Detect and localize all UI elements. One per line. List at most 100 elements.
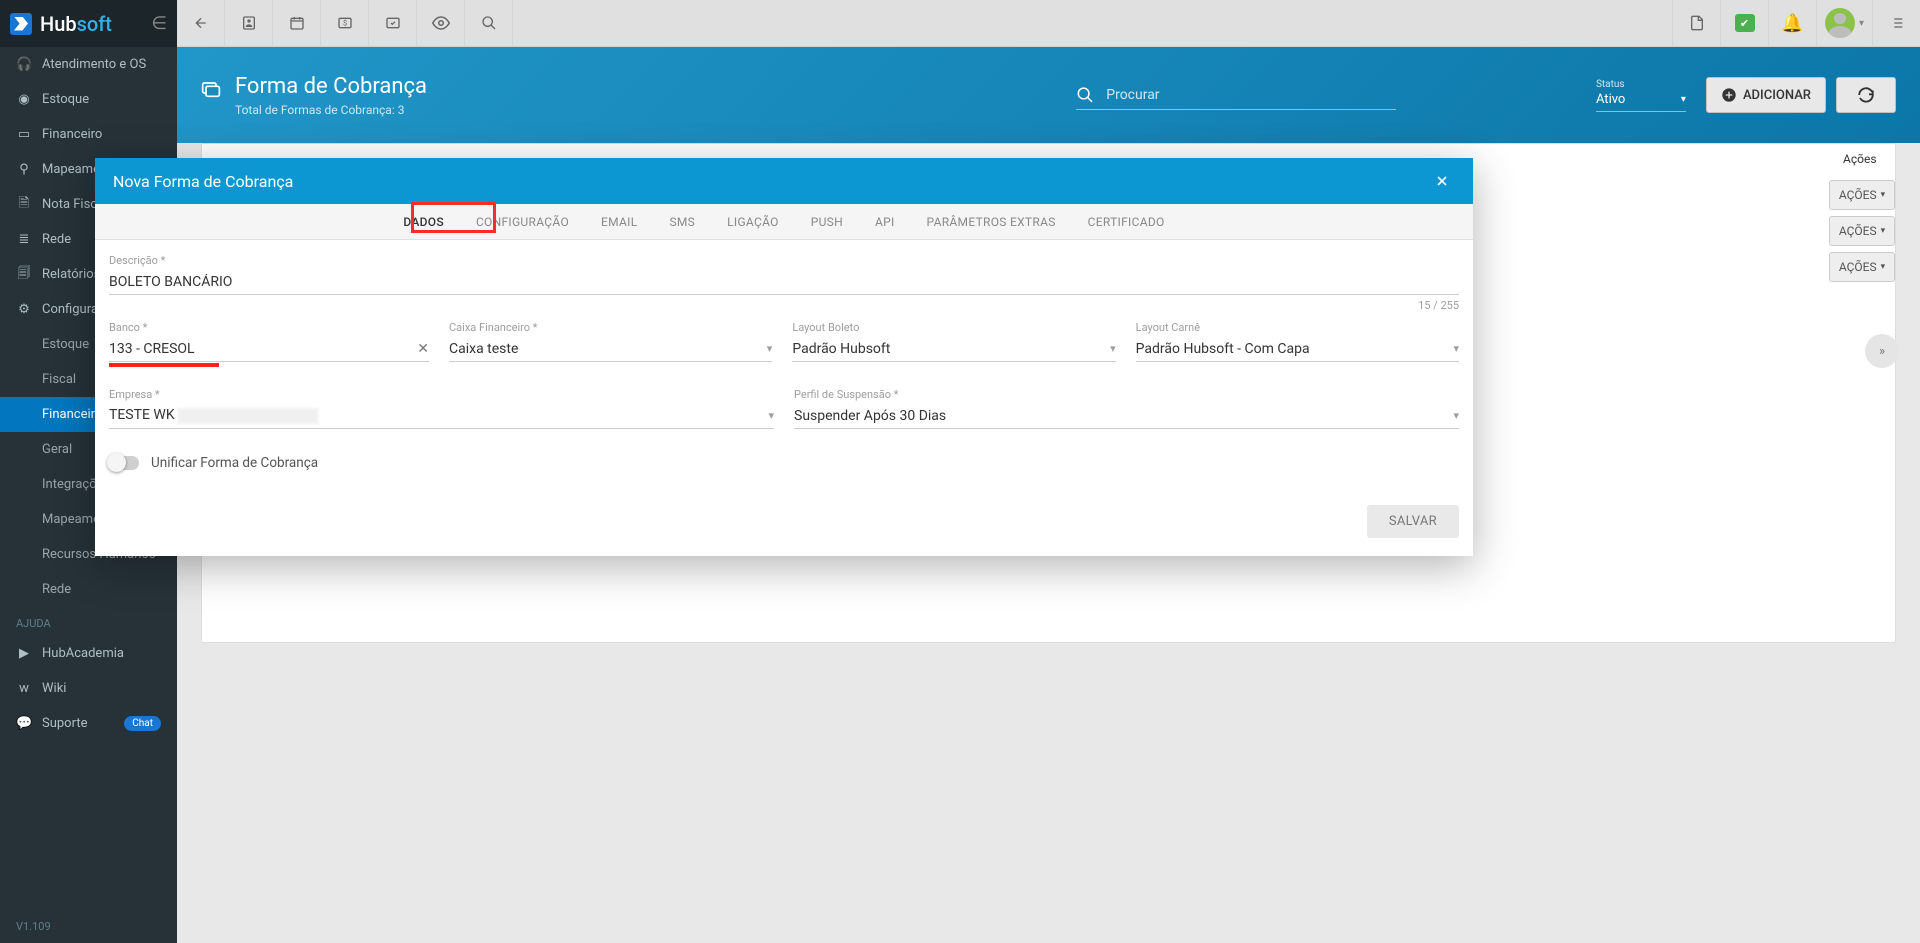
cube-icon: ◉ xyxy=(16,92,32,107)
status-filter[interactable]: Status Ativo ▾ xyxy=(1596,79,1686,112)
page-title: Forma de Cobrança xyxy=(235,74,427,99)
caixa-label: Caixa Financeiro * xyxy=(449,321,772,334)
help-section-label: AJUDA xyxy=(0,607,177,636)
status-value: Ativo xyxy=(1596,92,1625,107)
tab-dados[interactable]: DADOS xyxy=(403,204,444,239)
perfil-suspensao-value: Suspender Após 30 Dias xyxy=(794,408,1447,424)
modal-header: Nova Forma de Cobrança xyxy=(95,158,1473,204)
actions-column-header: Ações xyxy=(1833,144,1895,174)
add-button[interactable]: ADICIONAR xyxy=(1706,77,1826,113)
layout-boleto-select[interactable]: Padrão Hubsoft ▾ xyxy=(792,336,1115,362)
descricao-input[interactable] xyxy=(109,274,1459,290)
sidebar-item-estoque[interactable]: ◉Estoque xyxy=(0,82,177,117)
empresa-value: TESTE WK xyxy=(109,407,762,423)
collapse-sidebar-button[interactable]: ∈ xyxy=(151,13,167,34)
save-button[interactable]: SALVAR xyxy=(1367,505,1459,538)
logo-icon xyxy=(10,13,32,35)
sidebar-item-label: Rede xyxy=(42,582,71,597)
version-label: V1.109 xyxy=(16,920,51,933)
page-header: Forma de Cobrança Total de Formas de Cob… xyxy=(177,47,1920,143)
youtube-icon: ▶ xyxy=(16,646,32,661)
avatar-icon xyxy=(1825,8,1855,38)
tab-api[interactable]: API xyxy=(875,204,895,239)
inbox-icon[interactable] xyxy=(369,0,417,47)
modal-title: Nova Forma de Cobrança xyxy=(113,172,293,191)
page-search[interactable] xyxy=(1076,81,1396,110)
chevron-down-icon: ▾ xyxy=(1110,342,1116,355)
sidebar-subitem-rede[interactable]: Rede xyxy=(0,572,177,607)
perfil-suspensao-select[interactable]: Suspender Após 30 Dias ▾ xyxy=(794,403,1459,429)
gear-icon: ⚙ xyxy=(16,302,32,317)
layout-carne-label: Layout Carnê xyxy=(1136,321,1459,334)
back-button[interactable] xyxy=(177,0,225,47)
calendar-icon[interactable] xyxy=(273,0,321,47)
caixa-value: Caixa teste xyxy=(449,341,761,357)
chat-icon: 💬 xyxy=(16,716,32,731)
sidebar-help-hubacademia[interactable]: ▶ HubAcademia xyxy=(0,636,177,671)
notifications-ok-icon[interactable]: ✔ xyxy=(1720,0,1768,47)
user-menu[interactable]: ▾ xyxy=(1816,0,1872,47)
sidebar-item-atendimento-e-os[interactable]: 🎧Atendimento e OS xyxy=(0,47,177,82)
tab-parâmetros-extras[interactable]: PARÂMETROS EXTRAS xyxy=(927,204,1056,239)
eye-icon[interactable] xyxy=(417,0,465,47)
modal-tabs: DADOS CONFIGURAÇÃO EMAIL SMS LIGAÇÃO PUSH API P… xyxy=(95,204,1473,240)
tab-certificado[interactable]: CERTIFICADO xyxy=(1088,204,1165,239)
alerts-icon[interactable]: 🔔 xyxy=(1768,0,1816,47)
banco-input[interactable] xyxy=(109,341,411,357)
banco-clear-button[interactable]: ✕ xyxy=(417,341,429,357)
pdf-icon[interactable] xyxy=(1672,0,1720,47)
annotation-underline xyxy=(109,363,219,367)
modal-nova-forma-cobranca: Nova Forma de Cobrança DADOS CONFIGURAÇÃO… xyxy=(95,158,1473,556)
sidebar-item-label: Relatórios xyxy=(42,267,100,282)
money-icon[interactable]: $ xyxy=(321,0,369,47)
empresa-select[interactable]: TESTE WK ▾ xyxy=(109,403,774,429)
row-actions-button[interactable]: AÇÕES▾ xyxy=(1829,180,1895,210)
sidebar-item-label: Financeiro xyxy=(42,127,102,142)
modal-close-button[interactable] xyxy=(1429,168,1455,194)
sidebar-help-suporte[interactable]: 💬SuporteChat xyxy=(0,706,177,741)
caixa-select[interactable]: Caixa teste ▾ xyxy=(449,336,772,362)
row-actions-button[interactable]: AÇÕES▾ xyxy=(1829,252,1895,282)
sidebar-item-label: Rede xyxy=(42,232,71,247)
tab-email[interactable]: EMAIL xyxy=(601,204,637,239)
wallet-icon: ▭ xyxy=(16,127,32,142)
brand-hub: Hub xyxy=(40,12,77,36)
chevron-down-icon: ▾ xyxy=(767,342,773,355)
chevron-down-icon: ▾ xyxy=(768,409,774,422)
person-icon[interactable] xyxy=(225,0,273,47)
empresa-label: Empresa * xyxy=(109,388,774,401)
logo-text: Hubsoft xyxy=(40,12,112,36)
logo: Hubsoft ∈ xyxy=(0,0,177,47)
redacted-text xyxy=(178,408,318,424)
sidebar-help-wiki[interactable]: w Wiki xyxy=(0,671,177,706)
sidebar-item-label: Geral xyxy=(42,442,72,457)
descricao-label: Descrição * xyxy=(109,254,1459,267)
search-icon[interactable] xyxy=(465,0,513,47)
list-icon[interactable] xyxy=(1872,0,1920,47)
layout-boleto-label: Layout Boleto xyxy=(792,321,1115,334)
tab-configuração[interactable]: CONFIGURAÇÃO xyxy=(476,204,569,239)
page-search-input[interactable] xyxy=(1102,81,1396,109)
svg-text:$: $ xyxy=(342,19,346,28)
sidebar-item-label: Wiki xyxy=(42,681,66,696)
layout-boleto-value: Padrão Hubsoft xyxy=(792,341,1104,357)
tab-sms[interactable]: SMS xyxy=(669,204,695,239)
tab-ligação[interactable]: LIGAÇÃO xyxy=(727,204,779,239)
headset-icon: 🎧 xyxy=(16,57,32,72)
row-actions-button[interactable]: AÇÕES▾ xyxy=(1829,216,1895,246)
add-button-label: ADICIONAR xyxy=(1743,88,1811,103)
refresh-button[interactable] xyxy=(1836,77,1896,113)
expand-panel-button[interactable]: » xyxy=(1865,334,1899,368)
banco-label: Banco * xyxy=(109,321,429,334)
unificar-toggle[interactable] xyxy=(109,456,139,470)
report-icon: 🗐 xyxy=(16,264,32,286)
sidebar-item-financeiro[interactable]: ▭ Financeiro xyxy=(0,117,177,152)
plus-circle-icon xyxy=(1721,87,1737,103)
sidebar-item-label: Fiscal xyxy=(42,372,76,387)
wiki-icon: w xyxy=(16,681,32,696)
tab-push[interactable]: PUSH xyxy=(811,204,843,239)
sidebar-item-label: HubAcademia xyxy=(42,646,124,661)
layout-carne-select[interactable]: Padrão Hubsoft - Com Capa ▾ xyxy=(1136,336,1459,362)
page-subtitle: Total de Formas de Cobrança: 3 xyxy=(235,103,427,117)
page-header-icon xyxy=(201,78,221,98)
